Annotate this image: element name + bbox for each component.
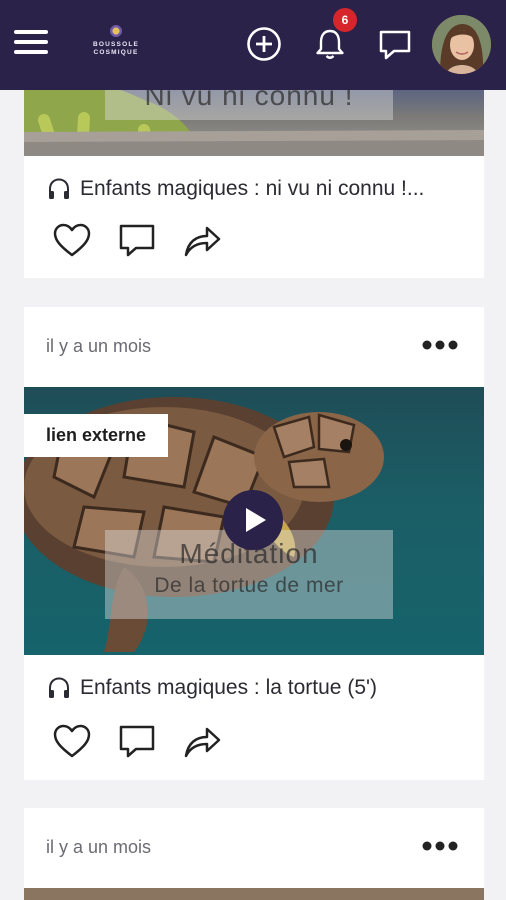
post-timestamp: il y a un mois [46, 837, 152, 857]
app-logo[interactable]: BOUSSOLE COSMIQUE [84, 24, 148, 66]
like-heart-icon[interactable] [52, 723, 92, 759]
post-timestamp: il y a un mois [46, 336, 152, 356]
more-options-icon[interactable] [420, 834, 460, 858]
logo-text-line2: COSMIQUE [93, 49, 139, 56]
post-card: il y a un mois Méditation De la tortue d… [24, 307, 484, 780]
post-card: il y a un mois [24, 808, 484, 900]
post-actions [52, 723, 247, 759]
top-nav-bar: BOUSSOLE COSMIQUE 6 [0, 0, 506, 90]
post-caption[interactable]: Enfants magiques : la tortue (5') [46, 675, 377, 701]
external-link-tag[interactable]: lien externe [24, 414, 169, 457]
post-caption-text: Enfants magiques : ni vu ni connu !... [80, 177, 425, 200]
add-post-icon[interactable] [244, 24, 284, 64]
menu-icon[interactable] [14, 30, 48, 60]
share-arrow-icon[interactable] [182, 222, 222, 258]
play-button-icon[interactable] [223, 490, 283, 550]
post-caption[interactable]: Enfants magiques : ni vu ni connu !... [46, 176, 424, 202]
post-media[interactable] [24, 888, 484, 900]
logo-text-line1: BOUSSOLE [92, 41, 140, 48]
share-arrow-icon[interactable] [182, 723, 222, 759]
post-actions [52, 222, 247, 258]
like-heart-icon[interactable] [52, 222, 92, 258]
comment-icon[interactable] [117, 723, 157, 759]
headphones-icon [49, 178, 69, 199]
post-header: il y a un mois [24, 307, 484, 387]
post-header: il y a un mois [24, 808, 484, 888]
post-media[interactable]: Méditation De la tortue de mer lien exte… [24, 387, 484, 655]
post-caption-text: Enfants magiques : la tortue (5') [80, 676, 377, 699]
overlay-subtitle: De la tortue de mer [154, 574, 344, 597]
comment-icon[interactable] [117, 222, 157, 258]
compass-logo-icon [109, 24, 123, 38]
user-avatar[interactable] [432, 15, 491, 74]
notification-count-badge: 6 [333, 8, 357, 32]
more-options-icon[interactable] [420, 333, 460, 357]
messages-chat-icon[interactable] [375, 24, 415, 64]
headphones-icon [49, 677, 69, 698]
